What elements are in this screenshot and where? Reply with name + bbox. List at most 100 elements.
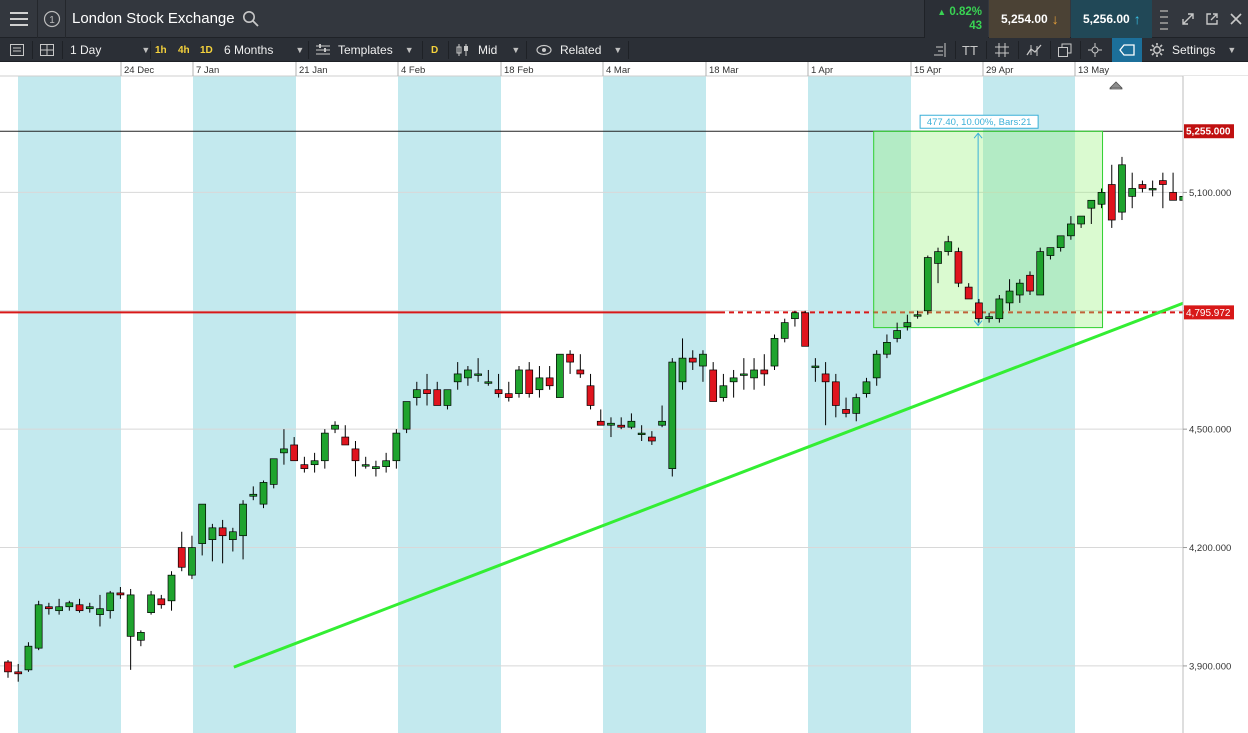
period-dropdown[interactable]: 6 Months ▼ <box>224 38 304 62</box>
chart-area[interactable]: 24 Dec 7 Jan 21 Jan 4 Feb 18 Feb 4 Mar 18 Mar 1… <box>0 62 1248 733</box>
candle-body <box>1148 188 1157 191</box>
candle-body <box>791 312 799 320</box>
candle-body <box>729 377 738 383</box>
candle-body <box>862 381 871 394</box>
down-arrow-icon: ↓ <box>1051 11 1059 27</box>
candle-body <box>1015 282 1024 296</box>
eye-icon <box>536 44 552 56</box>
candle <box>750 358 758 390</box>
candle-body <box>45 606 53 610</box>
settings-dropdown[interactable]: Settings ▼ <box>1150 38 1236 62</box>
list-view-icon[interactable] <box>10 38 24 62</box>
templates-dropdown[interactable]: Templates ▼ <box>316 38 414 62</box>
candle-body <box>678 357 687 383</box>
candle-body <box>1087 199 1096 209</box>
candle-body <box>985 316 993 320</box>
price-change: ▲ 0.82% 43 <box>924 0 988 38</box>
candle <box>739 358 748 390</box>
settings-label: Settings <box>1172 43 1216 57</box>
candle <box>1148 180 1157 197</box>
candle-body <box>954 251 963 284</box>
candle-body <box>24 645 33 671</box>
close-icon[interactable] <box>1224 0 1248 38</box>
candle-body <box>566 353 574 363</box>
candle <box>126 588 135 670</box>
candle-body <box>515 369 523 394</box>
candle <box>177 531 186 572</box>
sell-price-button[interactable]: 5,254.00 ↓ <box>989 0 1070 38</box>
week-band <box>18 76 121 733</box>
candle-body <box>556 353 564 398</box>
copy-icon[interactable] <box>1058 38 1072 62</box>
candle <box>545 366 554 390</box>
candle <box>1128 172 1137 209</box>
indicators-icon[interactable] <box>932 38 946 62</box>
interval-dropdown[interactable]: 1 Day ▼ <box>70 38 150 62</box>
templates-label: Templates <box>338 43 393 57</box>
grid-icon[interactable] <box>995 38 1009 62</box>
candle-body <box>361 464 370 467</box>
candle-body <box>607 422 615 426</box>
candlestick-chart[interactable]: 24 Dec 7 Jan 21 Jan 4 Feb 18 Feb 4 Mar 18 Mar 1… <box>0 62 1248 733</box>
candle <box>586 373 595 410</box>
candle-body <box>137 632 145 641</box>
circle-number-icon: 1 <box>43 10 60 28</box>
chevron-down-icon: ▼ <box>295 45 305 55</box>
price-tag-toggle[interactable] <box>1112 38 1142 62</box>
candle-body <box>382 460 390 467</box>
related-dropdown[interactable]: Related ▼ <box>536 38 622 62</box>
chevron-down-icon: ▼ <box>613 45 623 55</box>
price-type-dropdown[interactable]: Mid ▼ <box>456 38 520 62</box>
candle-body <box>372 466 380 469</box>
candle-body <box>617 424 626 428</box>
candle <box>157 594 166 609</box>
candle <box>382 452 390 473</box>
drag-handle-icon[interactable] <box>1152 0 1176 38</box>
candle <box>1118 156 1126 221</box>
chart-type-d-badge[interactable]: D <box>431 38 438 62</box>
candle-body <box>453 373 462 383</box>
search-icon[interactable] <box>242 10 260 28</box>
candle <box>954 247 963 288</box>
candle-body <box>668 361 677 469</box>
timeframe-1h[interactable]: 1h <box>155 38 167 62</box>
hline-price-tag-label: 4,795.972 <box>1186 308 1231 319</box>
candle-body <box>412 389 421 398</box>
candle-body <box>995 298 1004 320</box>
timeframe-4h[interactable]: 4h <box>178 38 190 62</box>
buy-price-button[interactable]: 5,256.00 ↑ <box>1071 0 1152 38</box>
font-size-icon[interactable]: TT <box>962 38 978 62</box>
chevron-down-icon: ▼ <box>404 45 414 55</box>
layout-icon[interactable] <box>40 38 54 62</box>
candle-body <box>923 257 932 312</box>
crosshair-icon[interactable] <box>1088 38 1102 62</box>
candle-body <box>116 592 125 596</box>
chart-style-icon[interactable] <box>1026 38 1042 62</box>
candle-body <box>177 547 186 568</box>
tag-icon <box>1119 44 1135 56</box>
expand-icon[interactable] <box>1176 0 1200 38</box>
up-arrow-icon: ↑ <box>1133 11 1141 27</box>
timeframe-1d[interactable]: 1D <box>200 38 213 62</box>
candle-body <box>842 409 850 414</box>
candle-body <box>14 671 23 675</box>
candle-body <box>576 369 585 375</box>
candle-body <box>648 436 656 442</box>
popout-icon[interactable] <box>1200 0 1224 38</box>
x-tick-label: 29 Apr <box>986 65 1013 76</box>
candle-body <box>811 365 820 368</box>
y-tick-label: 3,900.000 <box>1189 661 1231 672</box>
candle-body <box>1169 192 1177 201</box>
candle-body <box>535 377 544 391</box>
candle <box>167 571 176 611</box>
change-points: 43 <box>969 20 982 32</box>
hamburger-menu-icon[interactable] <box>0 0 38 38</box>
candle-body <box>198 503 207 544</box>
candle <box>556 353 564 398</box>
candle-body <box>269 458 278 485</box>
info-number-button[interactable]: 1 <box>38 0 66 38</box>
candle-body <box>831 381 840 406</box>
interval-label: 1 Day <box>70 43 102 57</box>
instrument-title: London Stock Exchange <box>72 10 235 27</box>
candle <box>34 600 43 651</box>
